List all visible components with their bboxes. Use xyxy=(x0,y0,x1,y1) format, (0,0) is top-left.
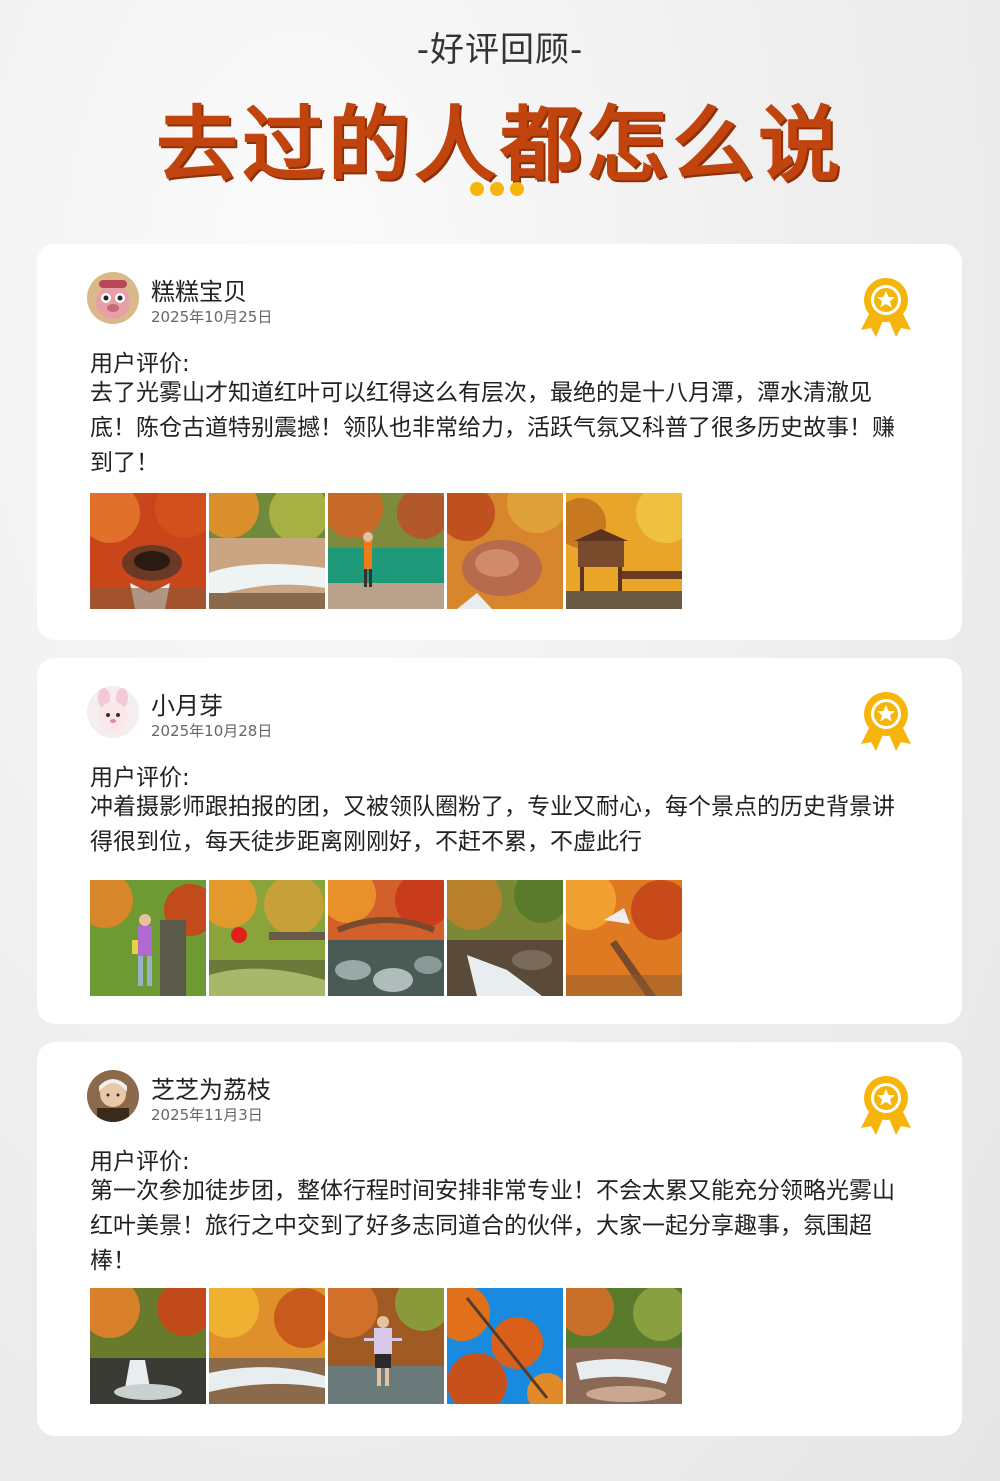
review-text: 冲着摄影师跟拍报的团，又被领队圈粉了，专业又耐心，每个景点的历史背景讲得很到位，… xyxy=(90,794,895,855)
photo-thumbnail[interactable] xyxy=(90,493,206,609)
avatar-bunny-doll-icon[interactable] xyxy=(87,686,139,738)
photo-thumbnail[interactable] xyxy=(447,880,563,996)
photo-thumbnail[interactable] xyxy=(328,880,444,996)
user-name[interactable]: 糕糕宝贝 xyxy=(151,272,247,307)
review-label: 用户评价: xyxy=(90,351,190,377)
dot-icon xyxy=(510,182,524,196)
review-text: 去了光雾山才知道红叶可以红得这么有层次，最绝的是十八月潭，潭水清澈见底！陈仓古道… xyxy=(90,380,895,476)
photo-thumbnail[interactable] xyxy=(328,493,444,609)
award-ribbon-icon xyxy=(857,1074,915,1138)
review-label: 用户评价: xyxy=(90,1149,190,1175)
photo-thumbnail[interactable] xyxy=(328,1288,444,1404)
review-card: 糕糕宝贝 2025年10月25日 用户评价: 去了光雾山才知道红叶可以红得这么有… xyxy=(37,244,962,640)
award-ribbon-icon xyxy=(857,690,915,754)
photo-thumbnail[interactable] xyxy=(447,493,563,609)
photo-thumbnail[interactable] xyxy=(566,493,682,609)
photo-thumbnail[interactable] xyxy=(209,1288,325,1404)
photo-thumbnail[interactable] xyxy=(209,493,325,609)
page-title: 去过的人都怎么说 xyxy=(155,98,844,193)
dot-icon xyxy=(470,182,484,196)
review-card: 芝芝为荔枝 2025年11月3日 用户评价: 第一次参加徒步团，整体行程时间安排… xyxy=(37,1042,962,1436)
review-date: 2025年10月28日 xyxy=(151,722,273,740)
review-card: 小月芽 2025年10月28日 用户评价: 冲着摄影师跟拍报的团，又被领队圈粉了… xyxy=(37,658,962,1024)
photo-thumbnail[interactable] xyxy=(90,1288,206,1404)
avatar-pink-toy-icon[interactable] xyxy=(87,272,139,324)
review-text: 第一次参加徒步团，整体行程时间安排非常专业！不会太累又能充分领略光雾山红叶美景！… xyxy=(90,1178,895,1274)
review-label: 用户评价: xyxy=(90,765,190,791)
photo-strip xyxy=(90,880,682,996)
page-subtitle: -好评回顾- xyxy=(416,30,584,70)
photo-strip xyxy=(90,1288,682,1404)
photo-thumbnail[interactable] xyxy=(90,880,206,996)
review-date: 2025年11月3日 xyxy=(151,1106,263,1124)
decorative-dots xyxy=(470,182,524,196)
review-date: 2025年10月25日 xyxy=(151,308,273,326)
page-header: -好评回顾- 去过的人都怎么说 xyxy=(0,0,1000,230)
user-name[interactable]: 小月芽 xyxy=(151,686,223,721)
photo-strip xyxy=(90,493,682,609)
photo-thumbnail[interactable] xyxy=(566,1288,682,1404)
avatar-girl-icon[interactable] xyxy=(87,1070,139,1122)
award-ribbon-icon xyxy=(857,276,915,340)
photo-thumbnail[interactable] xyxy=(447,1288,563,1404)
user-name[interactable]: 芝芝为荔枝 xyxy=(151,1070,271,1105)
photo-thumbnail[interactable] xyxy=(209,880,325,996)
dot-icon xyxy=(490,182,504,196)
photo-thumbnail[interactable] xyxy=(566,880,682,996)
